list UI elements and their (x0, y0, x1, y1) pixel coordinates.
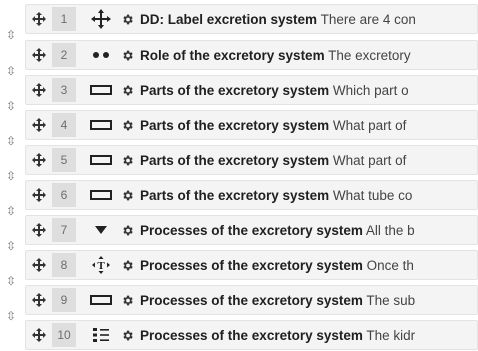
move-handle-icon[interactable] (26, 328, 52, 342)
question-number: 2 (52, 43, 76, 67)
question-text[interactable]: Processes of the excretory system Once t… (140, 258, 477, 273)
question-number: 7 (52, 218, 76, 242)
gear-icon[interactable] (120, 223, 134, 237)
question-number: 6 (52, 183, 76, 207)
question-text[interactable]: Parts of the excretory system Which part… (140, 83, 477, 98)
question-row[interactable]: 4 Parts of the excretory system What par… (25, 110, 478, 140)
move-handle-icon[interactable] (26, 83, 52, 97)
question-text[interactable]: Processes of the excretory system The su… (140, 293, 477, 308)
question-row-wrap: 8 T Processes of the excretory system On… (0, 245, 478, 287)
question-row-wrap: 3 Parts of the excretory system Which pa… (0, 70, 478, 112)
move-handle-icon[interactable] (26, 118, 52, 132)
question-number: 10 (52, 323, 76, 347)
question-preview: The excretory (328, 47, 411, 63)
question-preview: Which part o (332, 82, 409, 98)
gear-icon[interactable] (120, 188, 134, 202)
question-row[interactable]: 1 DD: Label excretion system There are 4… (25, 4, 478, 34)
short-answer-type-icon (90, 290, 112, 310)
question-row-wrap: 9 Processes of the excretory system The … (0, 280, 478, 322)
gear-icon[interactable] (120, 153, 134, 167)
move-handle-icon[interactable] (26, 188, 52, 202)
question-number: 1 (52, 7, 76, 31)
move-handle-icon[interactable] (26, 48, 52, 62)
move-handle-icon[interactable] (26, 293, 52, 307)
question-title: Processes of the excretory system (140, 292, 363, 308)
short-answer-type-icon (90, 80, 112, 100)
question-text[interactable]: DD: Label excretion system There are 4 c… (140, 12, 477, 27)
question-number: 5 (52, 148, 76, 172)
dropdown-type-icon (90, 220, 112, 240)
question-row[interactable]: 10 Processes of the excretory system The… (25, 320, 478, 350)
question-preview: Once th (366, 257, 414, 273)
question-row[interactable]: 8 T Processes of the excretory system On… (25, 250, 478, 280)
question-title: Processes of the excretory system (140, 257, 363, 273)
move-handle-icon[interactable] (26, 12, 52, 26)
question-number: 3 (52, 78, 76, 102)
question-title: Parts of the excretory system (140, 82, 330, 98)
gear-icon[interactable] (120, 12, 134, 26)
question-title: Parts of the excretory system (140, 152, 330, 168)
question-number: 4 (52, 113, 76, 137)
question-preview: The sub (366, 292, 416, 308)
move-handle-icon[interactable] (26, 153, 52, 167)
question-number: 8 (52, 253, 76, 277)
question-row-wrap: 7 Processes of the excretory system All … (0, 210, 478, 252)
dots-type-icon (90, 45, 112, 65)
gear-icon[interactable] (120, 48, 134, 62)
short-answer-type-icon (90, 150, 112, 170)
gear-icon[interactable] (120, 258, 134, 272)
question-title: Role of the excretory system (140, 47, 325, 63)
question-preview: All the b (365, 222, 415, 238)
question-row[interactable]: 6 Parts of the excretory system What tub… (25, 180, 478, 210)
question-row[interactable]: 2 Role of the excretory system The excre… (25, 40, 478, 70)
move-handle-icon[interactable] (26, 223, 52, 237)
question-text[interactable]: Processes of the excretory system The ki… (140, 328, 477, 343)
question-row-wrap: 5 Parts of the excretory system What par… (0, 140, 478, 182)
short-answer-type-icon (90, 185, 112, 205)
question-preview: There are 4 con (320, 11, 416, 27)
question-title: Parts of the excretory system (140, 117, 330, 133)
gear-icon[interactable] (120, 118, 134, 132)
gear-icon[interactable] (120, 293, 134, 307)
gear-icon[interactable] (120, 83, 134, 97)
svg-text:T: T (97, 260, 105, 272)
question-preview: What tube co (332, 187, 413, 203)
move-type-icon (90, 9, 112, 29)
move-handle-icon[interactable] (26, 258, 52, 272)
drag-text-type-icon: T (90, 255, 112, 275)
matching-type-icon (90, 325, 112, 345)
question-text[interactable]: Role of the excretory system The excreto… (140, 48, 477, 63)
question-row-wrap: 10 Processes of the excretory system The… (0, 315, 478, 350)
question-title: DD: Label excretion system (140, 11, 318, 27)
question-row-wrap: 6 Parts of the excretory system What tub… (0, 175, 478, 217)
question-text[interactable]: Parts of the excretory system What part … (140, 153, 477, 168)
question-text[interactable]: Parts of the excretory system What part … (140, 118, 477, 133)
question-number: 9 (52, 288, 76, 312)
question-list: 1 DD: Label excretion system There are 4… (0, 0, 478, 350)
question-preview: What part of (332, 152, 407, 168)
question-row[interactable]: 7 Processes of the excretory system All … (25, 215, 478, 245)
question-row-wrap: 1 DD: Label excretion system There are 4… (0, 0, 478, 41)
short-answer-type-icon (90, 115, 112, 135)
question-row-wrap: 2 Role of the excretory system The excre… (0, 35, 478, 77)
question-text[interactable]: Parts of the excretory system What tube … (140, 188, 477, 203)
question-preview: The kidr (366, 327, 416, 343)
question-row[interactable]: 9 Processes of the excretory system The … (25, 285, 478, 315)
gear-icon[interactable] (120, 328, 134, 342)
question-title: Parts of the excretory system (140, 187, 330, 203)
question-row-wrap: 4 Parts of the excretory system What par… (0, 105, 478, 147)
question-row[interactable]: 5 Parts of the excretory system What par… (25, 145, 478, 175)
question-title: Processes of the excretory system (140, 222, 363, 238)
question-text[interactable]: Processes of the excretory system All th… (140, 223, 477, 238)
question-title: Processes of the excretory system (140, 327, 363, 343)
question-row[interactable]: 3 Parts of the excretory system Which pa… (25, 75, 478, 105)
question-preview: What part of (332, 117, 407, 133)
